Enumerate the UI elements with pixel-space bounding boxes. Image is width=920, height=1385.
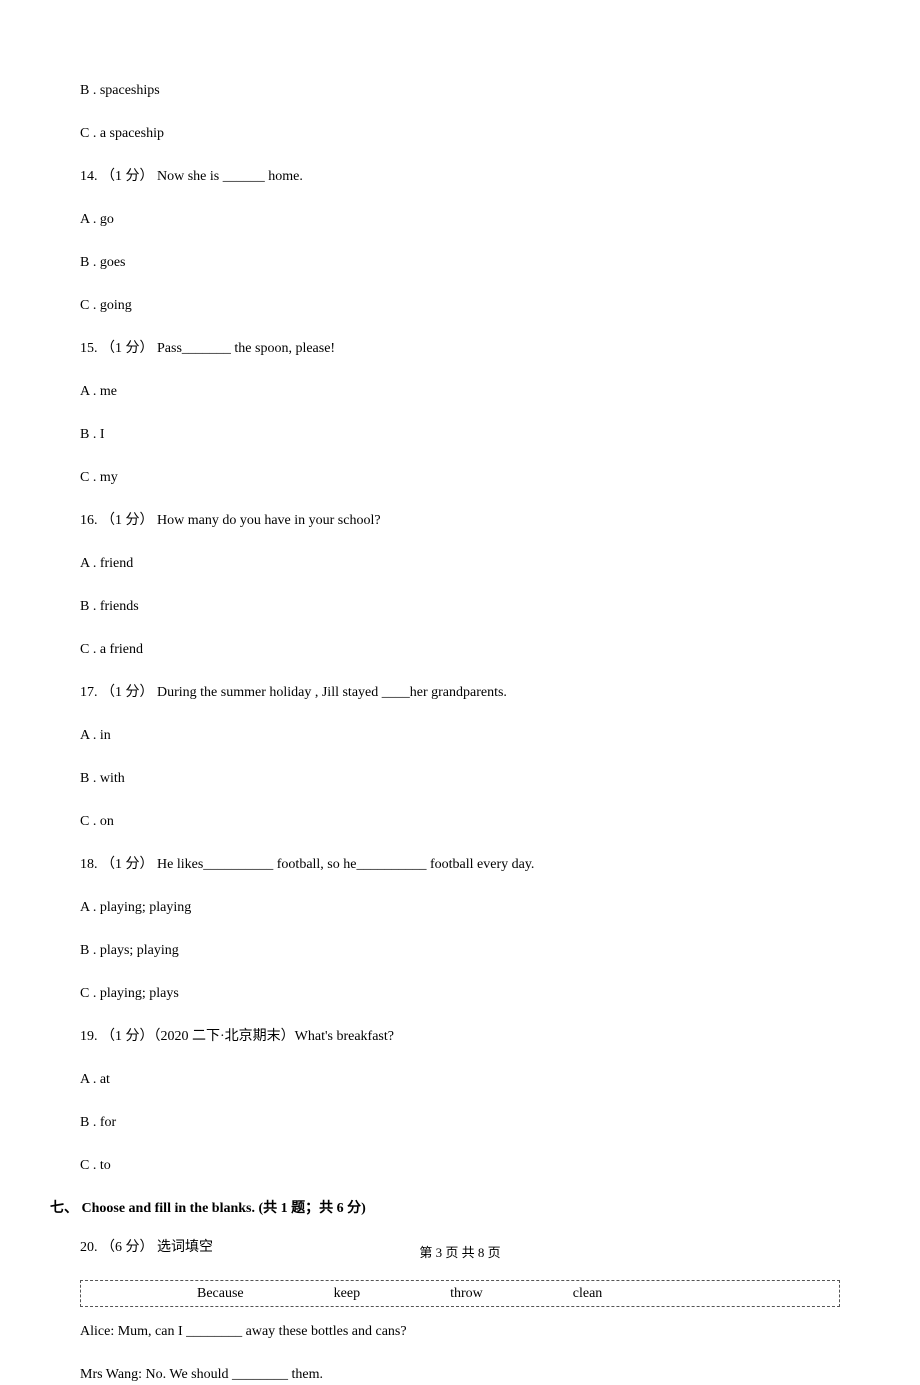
q14-text: 14. （1 分） Now she is ______ home. [80, 166, 840, 187]
word-throw: throw [450, 1283, 483, 1304]
q16-option-a: A . friend [80, 553, 840, 574]
q14-option-a: A . go [80, 209, 840, 230]
q13-option-c: C . a spaceship [80, 123, 840, 144]
q13-option-b: B . spaceships [80, 80, 840, 101]
q19-option-c: C . to [80, 1155, 840, 1176]
q16-option-c: C . a friend [80, 639, 840, 660]
q16-option-b: B . friends [80, 596, 840, 617]
q16-text: 16. （1 分） How many do you have in your s… [80, 510, 840, 531]
q15-option-c: C . my [80, 467, 840, 488]
q15-option-a: A . me [80, 381, 840, 402]
word-because: Because [197, 1283, 244, 1304]
q19-option-a: A . at [80, 1069, 840, 1090]
q14-option-c: C . going [80, 295, 840, 316]
q18-option-b: B . plays; playing [80, 940, 840, 961]
q15-text: 15. （1 分） Pass_______ the spoon, please! [80, 338, 840, 359]
q20-line2: Mrs Wang: No. We should ________ them. [80, 1364, 840, 1385]
word-clean: clean [573, 1283, 603, 1304]
q18-text: 18. （1 分） He likes__________ football, s… [80, 854, 840, 875]
q14-option-b: B . goes [80, 252, 840, 273]
q18-option-a: A . playing; playing [80, 897, 840, 918]
q19-text: 19. （1 分）（2020 二下·北京期末）What's breakfast? [80, 1026, 840, 1047]
q18-option-c: C . playing; plays [80, 983, 840, 1004]
q17-option-b: B . with [80, 768, 840, 789]
q17-text: 17. （1 分） During the summer holiday , Ji… [80, 682, 840, 703]
page-footer: 第 3 页 共 8 页 [0, 1243, 920, 1263]
word-bank-box: Because keep throw clean [80, 1280, 840, 1307]
q15-option-b: B . I [80, 424, 840, 445]
section-7-heading: 七、 Choose and fill in the blanks. (共 1 题… [50, 1198, 840, 1219]
q17-option-c: C . on [80, 811, 840, 832]
q20-line1: Alice: Mum, can I ________ away these bo… [80, 1321, 840, 1342]
word-keep: keep [334, 1283, 360, 1304]
q17-option-a: A . in [80, 725, 840, 746]
q19-option-b: B . for [80, 1112, 840, 1133]
